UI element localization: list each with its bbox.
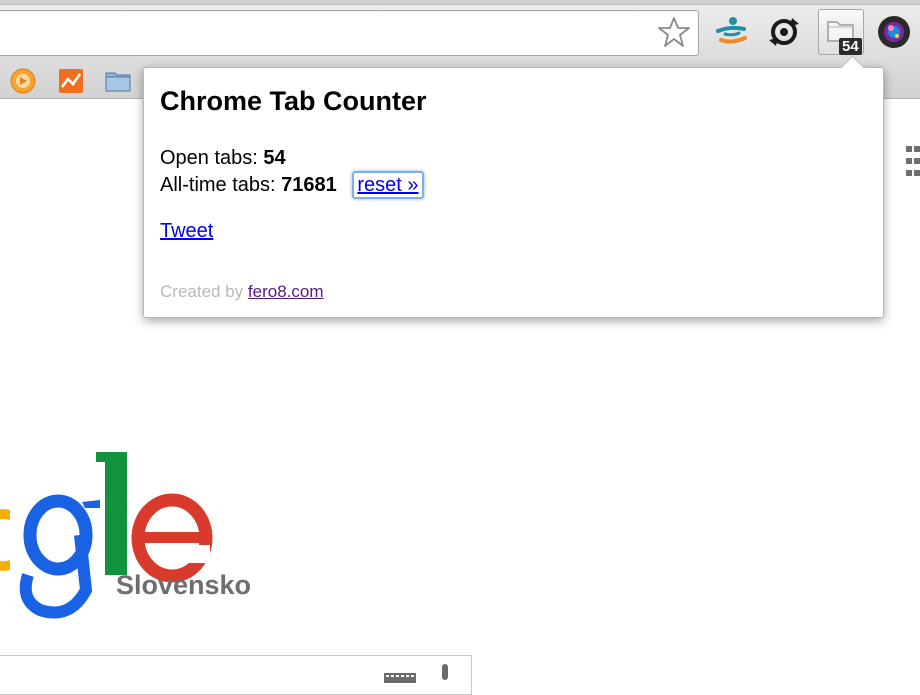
person-swoosh-icon[interactable] [713,14,749,50]
alltime-tabs-value: 71681 [281,174,337,196]
keyboard-icon[interactable] [384,673,416,683]
circular-app-icon[interactable] [10,68,36,94]
tweet-link[interactable]: Tweet [160,220,213,243]
popup-title: Chrome Tab Counter [160,86,427,116]
tab-counter-popup: Chrome Tab Counter Open tabs: 54 All-tim… [143,55,884,318]
tab-stats: Open tabs: 54 All-time tabs: 71681 reset… [160,146,424,199]
apps-grid-icon[interactable] [906,146,920,176]
address-bar[interactable] [0,10,699,56]
author-link[interactable]: fero8.com [248,282,324,301]
browser-toolbar: 54 [0,0,920,62]
open-tabs-row: Open tabs: 54 [160,146,424,171]
analytics-chart-icon[interactable] [58,68,84,94]
alltime-tabs-label: All-time tabs: [160,174,276,196]
open-tabs-value: 54 [263,147,286,169]
camera-lens-icon[interactable] [876,14,912,50]
open-tabs-label: Open tabs: [160,147,258,169]
reset-link[interactable]: reset » [352,171,424,199]
credit-line: Created by fero8.com [160,282,324,302]
tab-strip-edge [0,0,920,5]
credit-prefix: Created by [160,282,244,301]
tab-counter-extension-button[interactable]: 54 [818,9,864,55]
alltime-tabs-row: All-time tabs: 71681 reset » [160,171,424,199]
star-icon[interactable] [657,15,691,49]
tab-count-badge: 54 [839,38,862,55]
folder-icon[interactable] [105,68,131,94]
logo-region-label: Slovensko [116,570,252,600]
microphone-icon[interactable] [440,664,450,680]
sync-icon[interactable] [766,14,802,50]
